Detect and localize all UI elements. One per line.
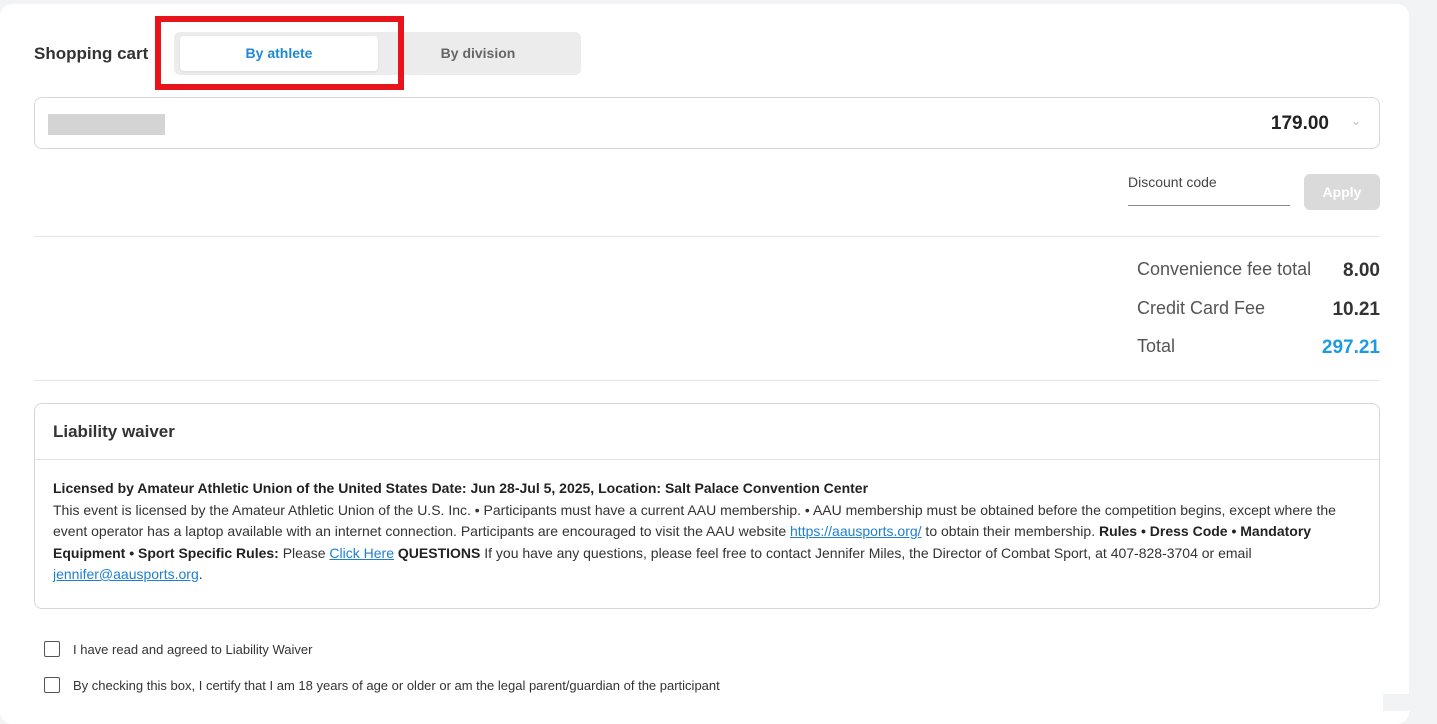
convenience-fee-label: Convenience fee total — [1137, 259, 1312, 279]
waiver-text: Licensed by Amateur Athletic Union of th… — [53, 478, 1363, 586]
waiver-divider — [35, 459, 1379, 460]
waiver-text-segment: . — [198, 566, 203, 582]
agree-waiver-row: I have read and agreed to Liability Waiv… — [44, 641, 312, 657]
agree-waiver-checkbox[interactable] — [44, 641, 60, 657]
age-certify-label: By checking this box, I certify that I a… — [73, 677, 720, 693]
cart-view-tabs: By athlete By division — [174, 32, 581, 75]
cart-row-amount: 179.00 — [1270, 113, 1329, 134]
discount-code-field — [1128, 172, 1290, 206]
tab-by-athlete[interactable]: By athlete — [180, 36, 378, 71]
click-here-link[interactable]: Click Here — [329, 545, 394, 561]
age-certify-checkbox[interactable] — [44, 677, 60, 693]
total-value: 297.21 — [1321, 337, 1380, 358]
questions-heading: QUESTIONS — [397, 544, 481, 561]
tab-by-division[interactable]: By division — [378, 36, 578, 71]
age-certify-row: By checking this box, I certify that I a… — [44, 677, 720, 693]
contact-email-link[interactable]: jennifer@aausports.org — [53, 566, 199, 582]
chevron-down-icon[interactable]: ⌄ — [1351, 114, 1361, 128]
liability-waiver-panel: Liability waiver Licensed by Amateur Ath… — [34, 403, 1380, 609]
apply-discount-button[interactable]: Apply — [1304, 174, 1380, 210]
credit-card-fee-label: Credit Card Fee — [1137, 298, 1266, 318]
aau-website-link[interactable]: https://aausports.org/ — [790, 523, 922, 539]
agree-waiver-label: I have read and agreed to Liability Waiv… — [73, 641, 313, 657]
convenience-fee-value: 8.00 — [1343, 260, 1380, 281]
credit-card-fee-value: 10.21 — [1332, 299, 1380, 320]
page-background-corner — [1383, 694, 1409, 711]
waiver-heading: Licensed by Amateur Athletic Union of th… — [53, 480, 869, 496]
waiver-text-segment: Please — [278, 544, 330, 561]
discount-code-input[interactable] — [1128, 172, 1290, 190]
page-title: Shopping cart — [34, 44, 149, 63]
divider — [34, 236, 1380, 237]
total-label: Total — [1137, 336, 1176, 356]
cart-athlete-row[interactable]: 179.00 ⌄ — [34, 97, 1380, 149]
divider — [34, 380, 1380, 381]
redacted-athlete-name — [48, 114, 165, 135]
waiver-text-segment: to obtain their membership. — [921, 523, 1099, 539]
waiver-title: Liability waiver — [53, 422, 175, 441]
waiver-text-segment: If you have any questions, please feel f… — [480, 544, 1252, 561]
